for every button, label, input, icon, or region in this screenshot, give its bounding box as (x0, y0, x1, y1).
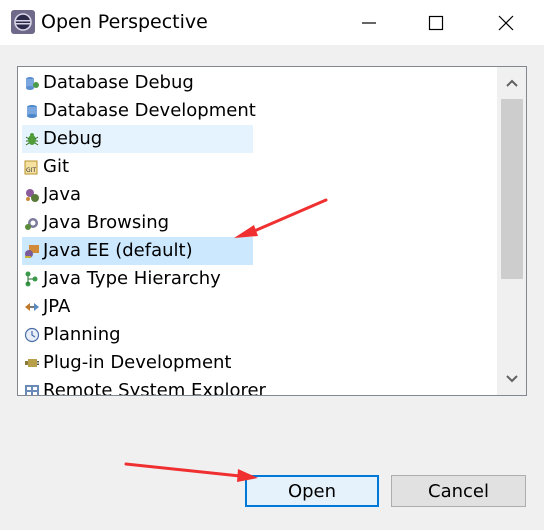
database-debug-icon (24, 75, 40, 91)
bug-icon (24, 131, 40, 147)
scroll-down-button[interactable] (497, 366, 526, 392)
list-item-java[interactable]: Java (22, 181, 81, 209)
vertical-scrollbar[interactable] (497, 67, 526, 395)
list-item-java-type-hierarchy[interactable]: Java Type Hierarchy (22, 265, 221, 293)
minimize-button[interactable] (339, 0, 399, 45)
planning-icon (24, 327, 40, 343)
annotation-arrow-open-button (124, 462, 258, 482)
list-item-plugin-development[interactable]: Plug-in Development (22, 349, 232, 377)
java-browsing-icon (24, 215, 40, 231)
git-icon: GIT (24, 159, 40, 175)
list-item-java-browsing[interactable]: Java Browsing (22, 209, 169, 237)
eclipse-app-icon (11, 10, 35, 34)
cancel-button[interactable]: Cancel (391, 475, 526, 507)
java-ee-icon (24, 243, 40, 259)
list-item-remote-system-explorer[interactable]: Remote System Explorer (22, 377, 266, 395)
scroll-thumb[interactable] (501, 99, 523, 279)
list-item-jpa[interactable]: JPA (22, 293, 70, 321)
close-icon (498, 15, 514, 30)
list-item-planning[interactable]: Planning (22, 321, 121, 349)
remote-system-icon (24, 383, 40, 395)
maximize-icon (428, 15, 444, 30)
close-button[interactable] (476, 0, 536, 45)
list-item-database-development[interactable]: Database Development (22, 97, 256, 125)
list-item-debug[interactable]: Debug (22, 125, 253, 153)
minimize-icon (362, 21, 376, 24)
list-item-git[interactable]: GIT Git (22, 153, 69, 181)
plugin-icon (24, 355, 40, 371)
database-development-icon (24, 103, 40, 119)
perspective-list[interactable]: Database Debug Database Development Debu… (17, 66, 527, 396)
open-button[interactable]: Open (245, 475, 379, 507)
window-title: Open Perspective (41, 11, 208, 33)
maximize-button[interactable] (406, 0, 466, 45)
java-icon (24, 187, 40, 203)
chevron-down-icon (505, 375, 518, 383)
type-hierarchy-icon (24, 271, 40, 287)
svg-text:GIT: GIT (26, 167, 36, 174)
list-item-database-debug[interactable]: Database Debug (22, 69, 194, 97)
scroll-up-button[interactable] (497, 70, 526, 96)
chevron-up-icon (505, 79, 518, 87)
title-bar: Open Perspective (0, 0, 544, 45)
list-item-java-ee-default[interactable]: Java EE (default) (22, 237, 253, 265)
jpa-icon (24, 299, 40, 315)
